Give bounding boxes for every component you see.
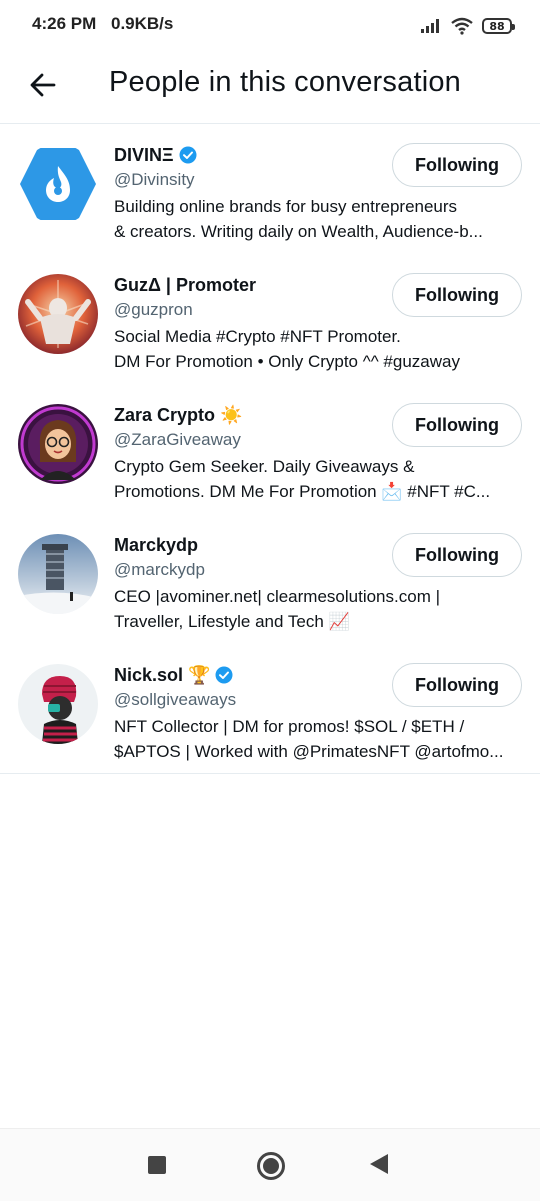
status-icons: 88 bbox=[420, 15, 515, 37]
bio: Crypto Gem Seeker. Daily Giveaways & Pro… bbox=[114, 455, 519, 504]
following-button[interactable]: Following bbox=[392, 273, 522, 317]
following-button[interactable]: Following bbox=[392, 663, 522, 707]
list-item[interactable]: GuzΔ | Promoter @guzpron Social Media #C… bbox=[0, 255, 540, 385]
back-triangle-icon[interactable] bbox=[370, 1154, 388, 1174]
avatar[interactable] bbox=[18, 404, 98, 484]
list-item[interactable]: Nick.sol 🏆 @sollgiveaways NFT Collector … bbox=[0, 645, 540, 775]
following-button[interactable]: Following bbox=[392, 533, 522, 577]
home-icon[interactable] bbox=[257, 1152, 285, 1180]
bio: NFT Collector | DM for promos! $SOL / $E… bbox=[114, 715, 519, 764]
bio-line: CEO |avominer.net| clearmesolutions.com … bbox=[114, 587, 440, 606]
status-time: 4:26 PM bbox=[32, 14, 97, 33]
display-name: DIVINΞ bbox=[114, 144, 174, 165]
recents-icon[interactable] bbox=[148, 1156, 166, 1174]
wifi-icon bbox=[451, 17, 473, 35]
list-item[interactable]: Marckydp @marckydp CEO |avominer.net| cl… bbox=[0, 515, 540, 645]
status-left: 4:26 PM 0.9KB/s bbox=[32, 14, 183, 34]
display-name: Nick.sol bbox=[114, 664, 184, 685]
battery-icon: 88 bbox=[482, 18, 515, 34]
following-button[interactable]: Following bbox=[392, 403, 522, 447]
display-name: GuzΔ | Promoter bbox=[114, 274, 256, 295]
bio-line: Crypto Gem Seeker. Daily Giveaways & bbox=[114, 457, 415, 476]
system-nav-bar bbox=[0, 1128, 540, 1201]
verified-badge-icon bbox=[179, 146, 197, 164]
following-button[interactable]: Following bbox=[392, 143, 522, 187]
bio: Building online brands for busy entrepre… bbox=[114, 195, 519, 244]
people-list: DIVINΞ @Divinsity Building online brands… bbox=[0, 125, 540, 775]
display-name: Marckydp bbox=[114, 534, 199, 555]
arrow-left-icon[interactable] bbox=[26, 68, 60, 102]
bio-line: DM For Promotion • Only Crypto ^^ #guzaw… bbox=[114, 351, 460, 371]
status-bar: 4:26 PM 0.9KB/s 88 bbox=[0, 0, 540, 52]
bio-line: NFT Collector | DM for promos! $SOL / $E… bbox=[114, 717, 465, 736]
list-divider bbox=[0, 773, 540, 774]
bio-line: & creators. Writing daily on Wealth, Aud… bbox=[114, 221, 483, 241]
list-item[interactable]: DIVINΞ @Divinsity Building online brands… bbox=[0, 125, 540, 255]
bio-line: Promotions. DM Me For Promotion 📩 #NFT #… bbox=[114, 481, 491, 501]
bio: Social Media #Crypto #NFT Promoter. DM F… bbox=[114, 325, 519, 374]
signal-icon bbox=[421, 19, 439, 33]
list-item[interactable]: Zara Crypto ☀️ @ZaraGiveaway Crypto Gem … bbox=[0, 385, 540, 515]
trophy-icon: 🏆 bbox=[188, 664, 211, 686]
sun-icon: ☀️ bbox=[220, 404, 243, 426]
bio-line: Building online brands for busy entrepre… bbox=[114, 197, 458, 216]
header: People in this conversation bbox=[0, 52, 540, 124]
verified-badge-icon bbox=[215, 666, 233, 684]
bio-line: Traveller, Lifestyle and Tech 📈 bbox=[114, 611, 350, 631]
avatar[interactable] bbox=[18, 664, 98, 744]
bio-line: Social Media #Crypto #NFT Promoter. bbox=[114, 327, 401, 346]
avatar[interactable] bbox=[18, 534, 98, 614]
avatar[interactable] bbox=[18, 144, 98, 224]
bio: CEO |avominer.net| clearmesolutions.com … bbox=[114, 585, 519, 634]
avatar[interactable] bbox=[18, 274, 98, 354]
bio-line: $APTOS | Worked with @PrimatesNFT @artof… bbox=[114, 741, 504, 761]
display-name: Zara Crypto bbox=[114, 404, 216, 425]
status-network-speed: 0.9KB/s bbox=[110, 14, 174, 33]
page-title: People in this conversation bbox=[109, 66, 461, 98]
